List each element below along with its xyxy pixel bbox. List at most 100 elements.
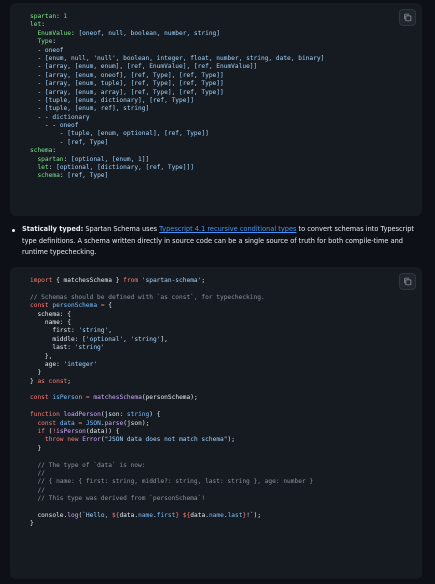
code-line: - [array, [enum, enum], [ref, EnumValue]… — [30, 63, 324, 71]
code-token: [tuple, [enum, ref], string] — [44, 105, 150, 113]
code-line: // Schemas should be defined with `as co… — [30, 294, 313, 302]
code-token: isPerson — [52, 394, 83, 402]
code-line: first: 'string', — [30, 327, 313, 335]
code-line: - [tuple, [enum, dictionary], [ref, Type… — [30, 97, 324, 105]
code-token: (data)) { — [85, 428, 120, 436]
code-line: throw new Error("JSON data does not matc… — [30, 436, 313, 444]
code-line: } — [30, 520, 313, 528]
code-line: Type: — [30, 38, 324, 46]
feature-text-before: Spartan Schema uses — [83, 225, 160, 233]
code-token: function — [30, 411, 60, 419]
code-token: (json); — [123, 419, 150, 427]
copy-icon — [404, 277, 412, 286]
code-line: // The type of `data` is now: — [30, 462, 313, 470]
code-token: // This type was derived from `personSch… — [30, 495, 206, 503]
code-token: } — [30, 520, 34, 528]
code-line: schema: { — [30, 311, 313, 319]
code-line: - - dictionary — [30, 114, 324, 122]
code-token: middle: [ — [30, 335, 86, 343]
code-token: - — [30, 138, 68, 146]
copy-button[interactable] — [399, 273, 416, 290]
code-line: middle: ['optional', 'string'], — [30, 336, 313, 344]
code-token: first — [156, 511, 176, 519]
code-line: - [tuple, [enum, ref], string] — [30, 105, 324, 113]
code-line: const personSchema = { — [30, 302, 313, 310]
code-token: !` — [246, 511, 254, 519]
code-token: const — [30, 394, 49, 402]
feature-list-item: Statically typed: Spartan Schema uses Ty… — [10, 224, 425, 259]
code-token: personSchema — [52, 302, 98, 310]
code-token: import — [30, 277, 53, 284]
copy-icon — [404, 13, 412, 22]
code-token: - — [30, 54, 45, 62]
code-line: let: — [30, 21, 324, 29]
code-line: // This type was derived from `personSch… — [30, 495, 313, 503]
code-line: spartan: [optional, [enum, 1]] — [30, 156, 324, 164]
code-token: EnumValue — [30, 29, 71, 37]
code-token: : — [52, 38, 57, 46]
code-token: last: — [30, 344, 75, 352]
code-token: spartan — [30, 13, 57, 20]
code-line: // — [30, 470, 313, 478]
code-token: as — [37, 377, 45, 385]
code-token: { — [104, 302, 112, 310]
code-token: (json: — [100, 411, 127, 419]
code-line: - [array, [enum, array], [ref, Type], [r… — [30, 89, 324, 97]
code-token: : — [48, 164, 57, 172]
code-token: (personSchema); — [141, 394, 198, 402]
code-line: EnumValue: [oneof, null, boolean, number… — [30, 30, 324, 38]
code-token: first: — [30, 327, 79, 335]
code-token: [oneof, null, boolean, number, string] — [78, 29, 220, 37]
feature-title: Statically typed: — [22, 225, 84, 233]
copy-button[interactable] — [399, 9, 416, 26]
code-token: // The type of `data` is now: — [30, 461, 146, 469]
code-token: string — [126, 411, 150, 419]
code-line: // { name: { first: string, middle?: str… — [30, 478, 313, 486]
typescript-code: import { matchesSchema } from 'spartan-s… — [30, 277, 313, 529]
code-token: schema — [30, 172, 60, 180]
code-token: name — [208, 511, 224, 519]
code-token: 'spartan-schema' — [141, 277, 202, 284]
code-token: [array, [enum, enum], [ref, EnumValue], … — [44, 63, 258, 71]
code-line: const data = JSON.parse(json); — [30, 420, 313, 428]
code-token: ); — [227, 436, 235, 444]
code-token: data — [59, 419, 75, 427]
code-line: schema: — [30, 147, 324, 155]
code-line: // — [30, 487, 313, 495]
code-token: JSON — [85, 419, 101, 427]
code-token: - — [30, 80, 45, 88]
code-token: // Schemas should be defined with `as co… — [30, 293, 265, 301]
code-token: "JSON data does not match schema" — [104, 436, 228, 444]
code-token: throw — [44, 436, 64, 444]
code-token: [array, [enum, oneof], [ref, Type], [ref… — [44, 71, 224, 79]
code-line: age: 'integer' — [30, 361, 313, 369]
code-token: log — [67, 511, 79, 519]
code-token: 'string' — [78, 327, 109, 335]
code-token: matchesSchema — [93, 394, 142, 402]
code-line: - [ref, Type] — [30, 139, 324, 147]
code-line: if (!isPerson(data)) { — [30, 428, 313, 436]
code-token: `Hello, — [82, 511, 112, 519]
code-token: - — [30, 46, 45, 54]
code-token: Type — [30, 38, 53, 46]
typescript-link[interactable]: Typescript 4.1 recursive conditional typ… — [159, 225, 296, 233]
code-token: [ref, Type] — [67, 138, 109, 146]
code-token: data — [119, 511, 135, 519]
code-line: } — [30, 369, 313, 377]
code-token: - - — [30, 122, 60, 130]
code-token: [optional, [dictionary, [ref, Type]]] — [56, 164, 194, 172]
code-token: dictionary — [52, 113, 90, 121]
code-token: name — [138, 511, 153, 519]
code-token: if — [37, 428, 45, 436]
code-line: function loadPerson(json: string) { — [30, 411, 313, 419]
feature-description: Statically typed: Spartan Schema uses Ty… — [22, 224, 425, 259]
code-token: data — [190, 511, 206, 519]
code-token: : — [41, 21, 45, 29]
code-token: - — [30, 96, 45, 104]
code-token: age: — [30, 360, 64, 368]
code-line: - [enum, null, 'null', boolean, integer,… — [30, 55, 324, 63]
code-line: import { matchesSchema } from 'spartan-s… — [30, 277, 313, 285]
